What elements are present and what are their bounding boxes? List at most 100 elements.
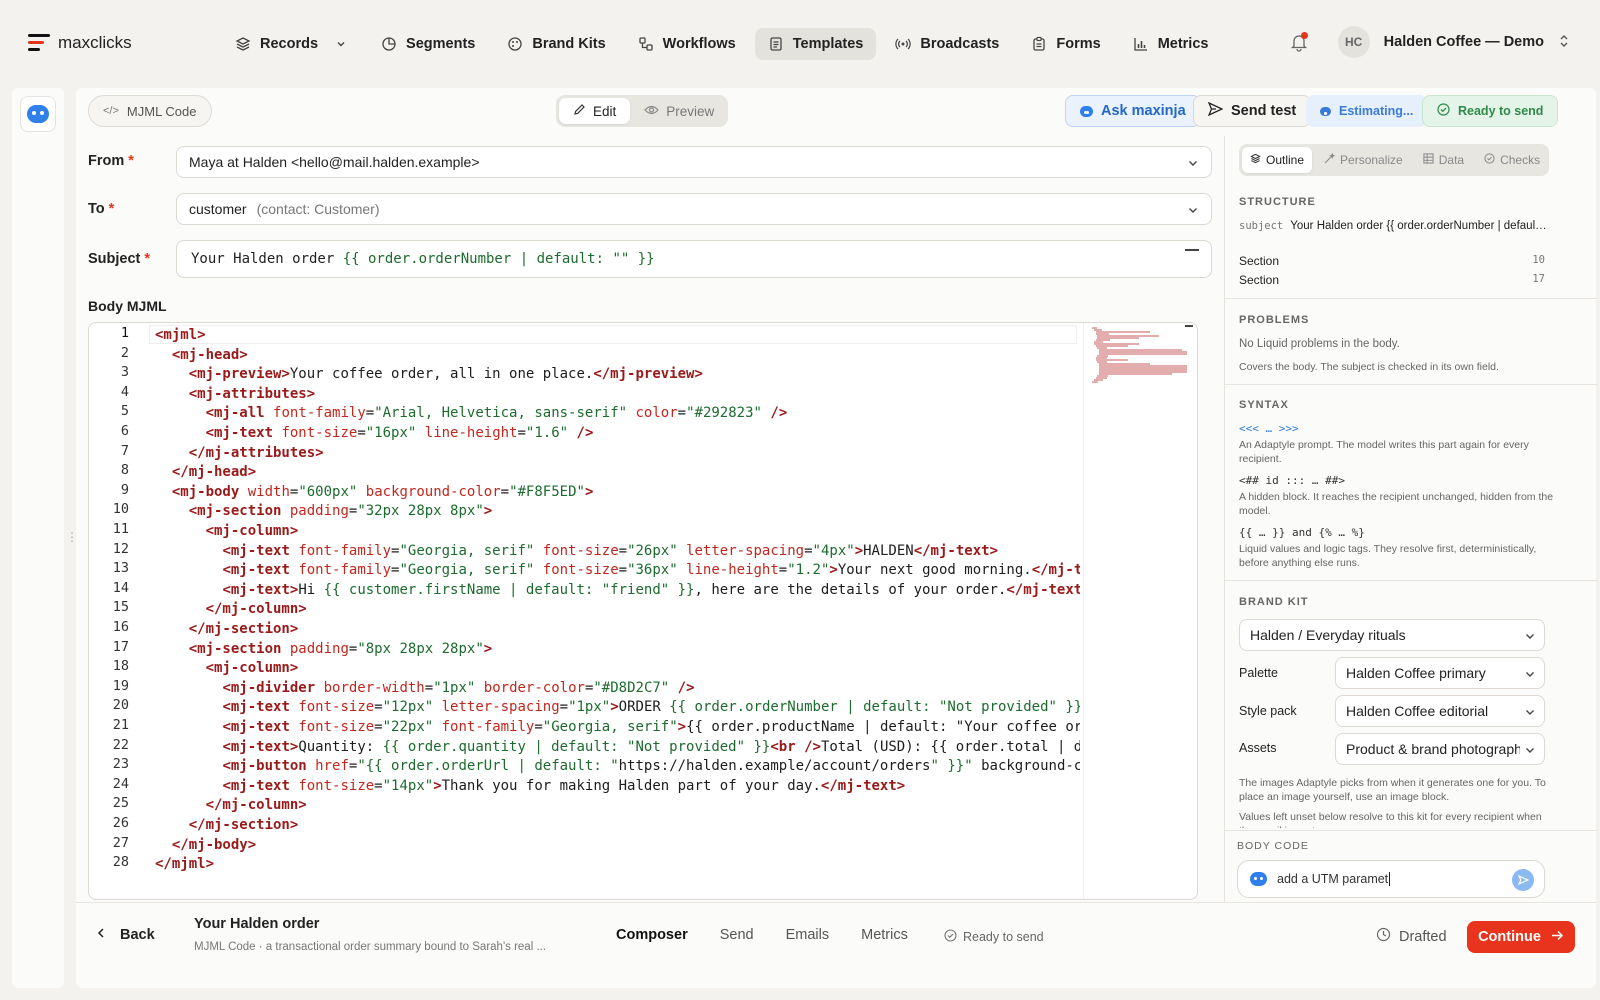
assets-select[interactable]: Product & brand photography	[1335, 733, 1545, 765]
account-name[interactable]: Halden Coffee — Demo	[1384, 34, 1544, 50]
code-line[interactable]: <mj-column>	[155, 521, 299, 541]
tab-personalize[interactable]: Personalize	[1316, 147, 1411, 173]
app-logo[interactable]: maxclicks	[28, 33, 132, 53]
structure-subject-key: subject	[1239, 220, 1284, 232]
code-line[interactable]: <mj-text>Quantity: {{ order.quantity | d…	[155, 737, 1080, 757]
nav-workflows[interactable]: Workflows	[625, 28, 749, 60]
bot-icon	[1250, 872, 1267, 886]
nav-brand-kits[interactable]: Brand Kits	[494, 28, 618, 60]
to-select[interactable]: customer (contact: Customer)	[176, 193, 1212, 225]
assistant-button[interactable]	[20, 96, 56, 132]
tab-metrics[interactable]: Metrics	[861, 927, 908, 943]
problems-heading: PROBLEMS	[1239, 314, 1310, 326]
notification-dot	[1300, 32, 1308, 39]
preview-button[interactable]: Preview	[630, 98, 728, 124]
subject-label-text: Subject	[88, 251, 141, 267]
palette-select[interactable]: Halden Coffee primary	[1335, 657, 1545, 689]
code-line[interactable]: <mj-text font-size="22px" font-family="G…	[155, 717, 1080, 737]
left-rail	[12, 88, 64, 988]
body-mjml-label: Body MJML	[88, 298, 167, 314]
chevron-updown-icon[interactable]	[1558, 34, 1570, 51]
nav-forms[interactable]: Forms	[1018, 28, 1113, 60]
code-line[interactable]: </mj-body>	[155, 835, 256, 855]
code-line[interactable]: </mj-column>	[155, 599, 307, 619]
code-line[interactable]: </mj-section>	[155, 815, 299, 835]
code-line[interactable]: <mj-text font-size="16px" line-height="1…	[155, 423, 594, 443]
code-line[interactable]: <mj-text font-size="12px" letter-spacing…	[155, 697, 1080, 717]
code-line[interactable]: <mj-section padding="8px 28px 28px">	[155, 639, 492, 659]
style-pack-select[interactable]: Halden Coffee editorial	[1335, 695, 1545, 727]
nav-metrics-label: Metrics	[1157, 36, 1209, 52]
code-line[interactable]: <mjml>	[155, 325, 206, 345]
from-select[interactable]: Maya at Halden <hello@mail.halden.exampl…	[176, 146, 1212, 178]
footer-bar: Back Your Halden order MJML Code · a tra…	[76, 902, 1596, 988]
tab-checks[interactable]: Checks	[1476, 147, 1548, 173]
structure-heading: STRUCTURE	[1239, 196, 1316, 208]
code-line[interactable]: <mj-head>	[155, 345, 248, 365]
code-line[interactable]: <mj-body width="600px" background-color=…	[155, 482, 594, 502]
syntax-code-hidden: <## id ::: … ##>	[1239, 474, 1345, 487]
nav-metrics[interactable]: Metrics	[1120, 28, 1222, 60]
nav-segments[interactable]: Segments	[368, 28, 488, 60]
avatar[interactable]: HC	[1337, 26, 1370, 58]
line-number: 21	[112, 717, 129, 733]
minimap-line	[1099, 373, 1173, 375]
code-line[interactable]: <mj-text font-family="Georgia, serif" fo…	[155, 560, 1080, 580]
code-line[interactable]: <mj-attributes>	[155, 384, 315, 404]
mjml-code-pill[interactable]: </> MJML Code	[88, 95, 212, 127]
code-line[interactable]: </mj-head>	[155, 462, 256, 482]
code-line[interactable]: </mjml>	[155, 854, 214, 874]
send-message-button[interactable]	[1512, 869, 1534, 891]
nav-templates[interactable]: Templates	[754, 28, 877, 60]
code-minimap[interactable]	[1083, 323, 1197, 899]
code-line[interactable]: </mj-section>	[155, 619, 299, 639]
style-pack-value: Halden Coffee editorial	[1346, 703, 1489, 719]
check-circle-icon	[1484, 153, 1495, 167]
code-content[interactable]: <mjml> <mj-head> <mj-preview>Your coffee…	[155, 323, 1080, 899]
send-test-button[interactable]: Send test	[1193, 95, 1312, 127]
subject-input[interactable]: Your Halden order {{ order.orderNumber |…	[176, 240, 1212, 278]
code-line[interactable]: <mj-button href="{{ order.orderUrl | def…	[155, 756, 1080, 776]
code-line[interactable]: <mj-column>	[155, 658, 299, 678]
code-line[interactable]: <mj-text>Hi {{ customer.firstName | defa…	[155, 580, 1080, 600]
tab-data[interactable]: Data	[1415, 147, 1472, 173]
brand-kit-select[interactable]: Halden / Everyday rituals	[1239, 619, 1545, 651]
code-line[interactable]: </mj-attributes>	[155, 443, 324, 463]
drafted-label: Drafted	[1399, 928, 1447, 945]
assistant-chat-input[interactable]: add a UTM paramet	[1237, 860, 1545, 898]
code-line[interactable]: <mj-text font-family="Georgia, serif" fo…	[155, 541, 998, 561]
nav-workflows-label: Workflows	[662, 36, 736, 52]
nav-records[interactable]: Records	[222, 28, 362, 60]
subject-liquid-text: {{ order.orderNumber | default: "" }}	[342, 251, 655, 267]
continue-button[interactable]: Continue	[1467, 921, 1575, 953]
tab-emails[interactable]: Emails	[786, 927, 830, 943]
code-line[interactable]: <mj-text font-size="14px">Thank you for …	[155, 776, 905, 796]
tab-outline[interactable]: Outline	[1242, 147, 1313, 173]
tab-composer[interactable]: Composer	[616, 927, 688, 943]
ask-maxinja-button[interactable]: Ask maxinja	[1065, 95, 1201, 127]
divider	[1225, 580, 1597, 581]
editor-toolbar: </> MJML Code Edit Preview Ask maxinja S…	[76, 88, 1596, 136]
structure-section-row[interactable]: Section 10	[1239, 254, 1545, 268]
code-line[interactable]: <mj-preview>Your coffee order, all in on…	[155, 364, 703, 384]
code-line[interactable]: </mj-column>	[155, 795, 307, 815]
assets-value: Product & brand photography	[1346, 741, 1529, 757]
problems-note: Covers the body. The subject is checked …	[1239, 361, 1499, 373]
line-number: 25	[112, 795, 129, 812]
structure-section-row[interactable]: Section 17	[1239, 273, 1545, 287]
code-line[interactable]: <mj-divider border-width="1px" border-co…	[155, 678, 694, 698]
to-label: To *	[88, 201, 114, 217]
structure-subject[interactable]: subject Your Halden order {{ order.order…	[1239, 220, 1549, 232]
tab-send[interactable]: Send	[720, 927, 754, 943]
line-number: 1	[120, 325, 129, 341]
code-line[interactable]: <mj-section padding="32px 28px 8px">	[155, 501, 492, 521]
nav-broadcasts[interactable]: Broadcasts	[882, 28, 1012, 60]
code-editor[interactable]: 1 2 3 4 5 6 7 8 9 10 11 12 13 14 15 16 17 18 19 20 21 22 23 24 2…	[88, 322, 1198, 900]
check-circle-icon	[1437, 103, 1450, 119]
code-line[interactable]: <mj-all font-family="Arial, Helvetica, s…	[155, 403, 788, 423]
edit-button[interactable]: Edit	[559, 98, 631, 124]
minimap-thumb[interactable]	[1185, 325, 1193, 327]
notifications-bell-icon[interactable]	[1288, 31, 1310, 53]
back-button[interactable]: Back	[96, 927, 155, 943]
syntax-code-liquid: {{ … }} and {% … %}	[1239, 526, 1365, 539]
